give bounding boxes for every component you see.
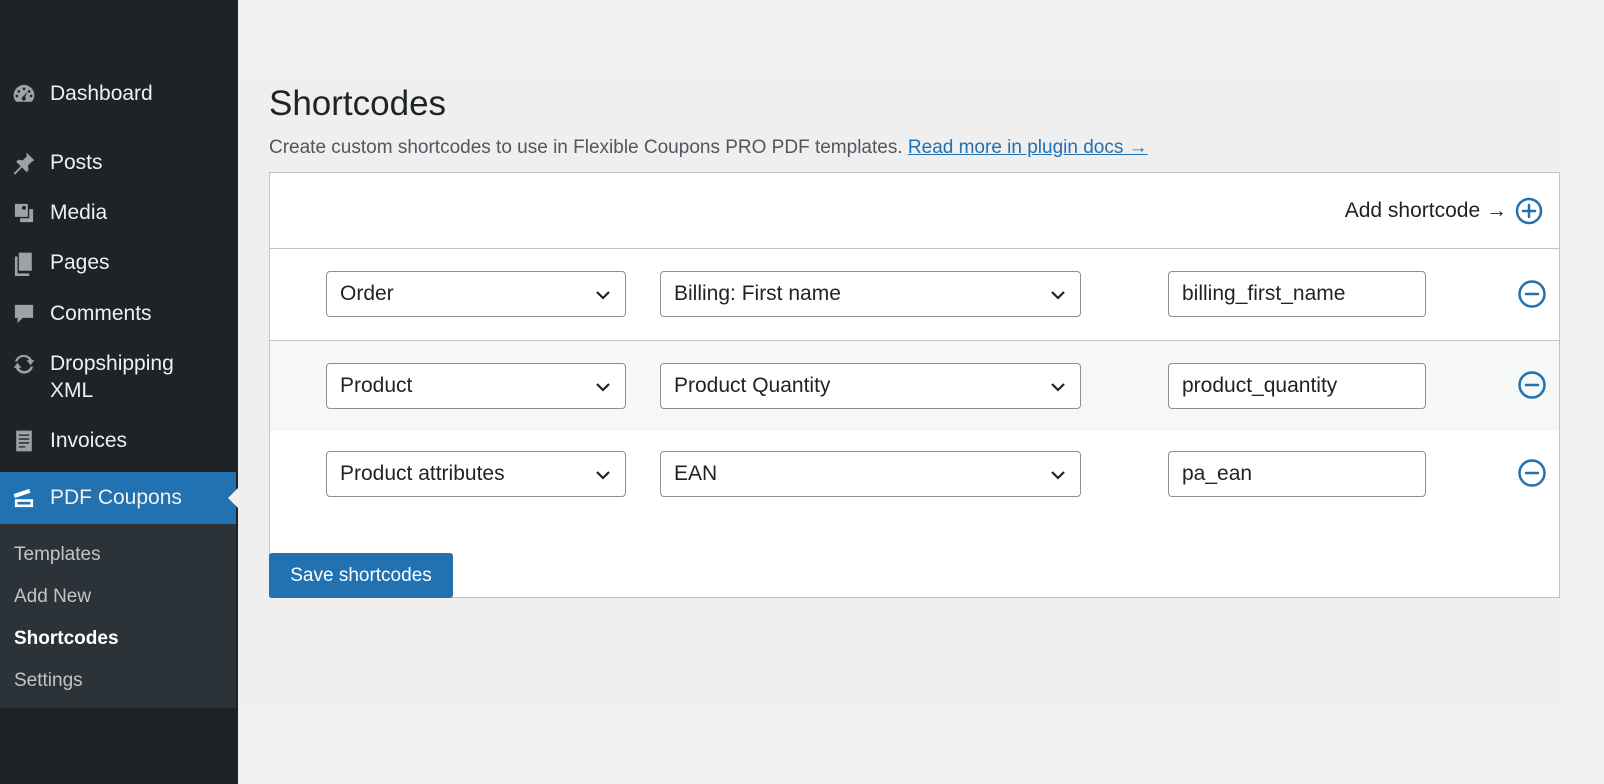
- table-header: Add shortcode →: [270, 173, 1559, 249]
- sidebar-item-pages[interactable]: Pages: [0, 249, 236, 279]
- sidebar-item-label: Dropshipping XML: [50, 352, 174, 402]
- group-select-value: Order: [340, 282, 394, 305]
- group-select-value: Product: [340, 374, 413, 397]
- submenu-item-add-new[interactable]: Add New: [14, 586, 91, 608]
- sidebar-item-dropshipping-xml[interactable]: Dropshipping XML: [0, 350, 236, 406]
- shortcode-input[interactable]: billing_first_name: [1168, 271, 1426, 317]
- sidebar-item-dashboard[interactable]: Dashboard: [0, 80, 236, 110]
- submenu-item-templates[interactable]: Templates: [14, 544, 101, 566]
- field-select[interactable]: EAN: [660, 451, 1081, 497]
- shortcodes-table: Add shortcode → Order Billing: First nam…: [269, 172, 1560, 598]
- chevron-down-icon: [1051, 471, 1065, 480]
- group-select-value: Product attributes: [340, 462, 505, 485]
- sidebar-item-label: Dashboard: [50, 82, 153, 105]
- chevron-down-icon: [596, 471, 610, 480]
- coupons-icon: [10, 484, 38, 512]
- sidebar-item-label: PDF Coupons: [50, 486, 182, 509]
- submenu-item-shortcodes[interactable]: Shortcodes: [14, 628, 119, 650]
- remove-row-icon[interactable]: [1517, 458, 1547, 488]
- sidebar-item-posts[interactable]: Posts: [0, 149, 236, 179]
- chevron-down-icon: [596, 291, 610, 300]
- group-select[interactable]: Product: [326, 363, 626, 409]
- shortcode-input[interactable]: pa_ean: [1168, 451, 1426, 497]
- add-shortcode-button[interactable]: Add shortcode →: [1345, 197, 1543, 225]
- sidebar-item-comments[interactable]: Comments: [0, 300, 236, 330]
- comments-icon: [10, 300, 38, 328]
- plus-circle-icon: [1515, 197, 1543, 225]
- chevron-down-icon: [1051, 383, 1065, 392]
- active-indicator: [228, 488, 238, 508]
- add-shortcode-label: Add shortcode →: [1344, 199, 1507, 222]
- pages-icon: [10, 249, 38, 277]
- dashboard-icon: [10, 80, 38, 108]
- docs-link[interactable]: Read more in plugin docs →: [908, 137, 1148, 158]
- field-select[interactable]: Product Quantity: [660, 363, 1081, 409]
- shortcode-input[interactable]: product_quantity: [1168, 363, 1426, 409]
- field-select-value: Billing: First name: [674, 282, 841, 305]
- sidebar-item-label: Comments: [50, 302, 152, 325]
- sidebar-submenu: Templates Add New Shortcodes Settings: [0, 524, 236, 708]
- sidebar-item-media[interactable]: Media: [0, 199, 236, 229]
- sidebar-item-label: Media: [50, 201, 108, 224]
- shortcode-row: Product attributes EAN pa_ean: [270, 431, 1559, 521]
- sidebar-item-pdf-coupons[interactable]: PDF Coupons: [0, 472, 238, 524]
- submenu-item-settings[interactable]: Settings: [14, 670, 83, 692]
- shortcode-row: Order Billing: First name billing_first_…: [270, 249, 1559, 341]
- sidebar-item-invoices[interactable]: Invoices: [0, 427, 236, 457]
- field-select-value: Product Quantity: [674, 374, 831, 397]
- sidebar-item-label: Posts: [50, 151, 103, 174]
- group-select[interactable]: Product attributes: [326, 451, 626, 497]
- save-shortcodes-button[interactable]: Save shortcodes: [269, 553, 453, 598]
- remove-row-icon[interactable]: [1517, 279, 1547, 309]
- chevron-down-icon: [1051, 291, 1065, 300]
- main-content: Shortcodes Create custom shortcodes to u…: [238, 76, 1562, 710]
- admin-sidebar: Dashboard Posts Media Pages Comments Dro…: [0, 0, 238, 784]
- description-text: Create custom shortcodes to use in Flexi…: [269, 137, 903, 158]
- sync-icon: [10, 350, 38, 378]
- field-select[interactable]: Billing: First name: [660, 271, 1081, 317]
- sidebar-item-label: Pages: [50, 251, 110, 274]
- invoice-icon: [10, 427, 38, 455]
- chevron-down-icon: [596, 383, 610, 392]
- shortcode-row: Product Product Quantity product_quantit…: [270, 341, 1559, 431]
- remove-row-icon[interactable]: [1517, 370, 1547, 400]
- page-description: Create custom shortcodes to use in Flexi…: [269, 137, 1148, 159]
- field-select-value: EAN: [674, 462, 718, 485]
- page-title: Shortcodes: [269, 84, 447, 123]
- sidebar-item-label: Invoices: [50, 429, 128, 452]
- media-icon: [10, 199, 38, 227]
- pin-icon: [10, 149, 38, 177]
- group-select[interactable]: Order: [326, 271, 626, 317]
